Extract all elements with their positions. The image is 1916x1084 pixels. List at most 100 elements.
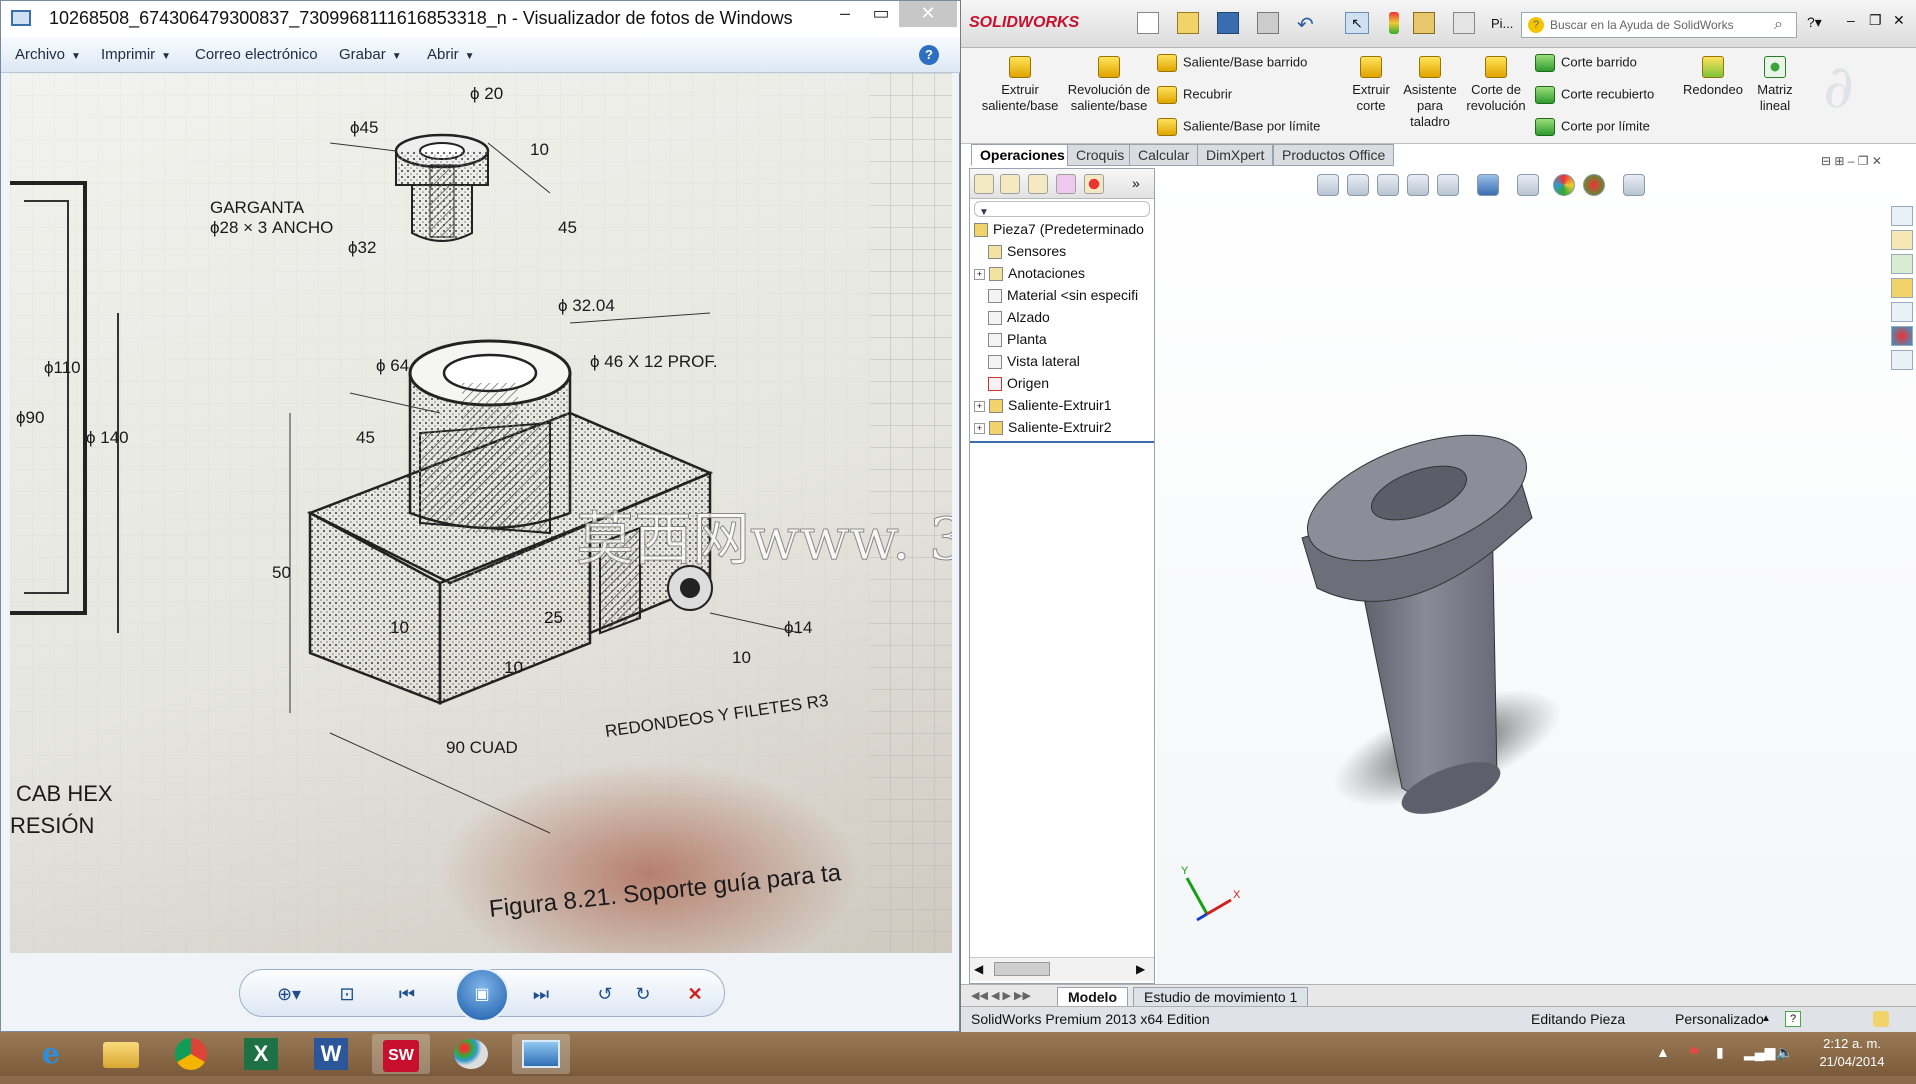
scroll-right-icon[interactable]: ▶ [1136, 962, 1145, 976]
excel-icon[interactable]: X [232, 1034, 290, 1074]
tree-root[interactable]: Pieza7 (Predeterminado [974, 221, 1144, 238]
tab-croquis[interactable]: Croquis [1067, 144, 1134, 166]
tree-item-anotaciones[interactable]: + Anotaciones [974, 265, 1085, 282]
delete-icon[interactable]: ✕ [680, 980, 710, 1008]
paint-icon[interactable] [442, 1034, 500, 1074]
revolve-cut-button[interactable]: Corte de revolución [1463, 56, 1529, 114]
open-icon[interactable] [1177, 12, 1199, 34]
action-center-icon[interactable]: ⚑ [1688, 1044, 1701, 1061]
previous-icon[interactable]: ⏮ [392, 980, 422, 1008]
swept-boss-button[interactable]: Saliente/Base barrido [1157, 54, 1307, 72]
tree-item-origen[interactable]: Origen [988, 375, 1049, 392]
tree-item-sensores[interactable]: Sensores [988, 243, 1066, 260]
new-icon[interactable] [1137, 12, 1159, 34]
view-palette-icon[interactable] [1891, 302, 1913, 322]
restore-button[interactable]: ❐ [1869, 12, 1882, 29]
search-icon[interactable]: ⌕ [1774, 13, 1783, 37]
show-hidden-icons-icon[interactable]: ▲ [1656, 1044, 1670, 1060]
undo-icon[interactable]: ↶ [1297, 12, 1314, 37]
help-icon[interactable]: ? [1785, 1011, 1801, 1027]
hole-wizard-button[interactable]: Asistente para taladro [1399, 56, 1461, 130]
ie-icon[interactable]: e [22, 1034, 80, 1074]
swept-cut-button[interactable]: Corte barrido [1535, 54, 1637, 72]
menu-imprimir[interactable]: Imprimir ▼ [101, 46, 171, 63]
tree-item-extruir1[interactable]: + Saliente-Extruir1 [974, 397, 1112, 414]
clock[interactable]: 2:12 a. m. 21/04/2014 [1802, 1035, 1902, 1071]
maximize-button[interactable]: ▭ [861, 1, 901, 27]
boundary-boss-button[interactable]: Saliente/Base por límite [1157, 118, 1320, 136]
resources-icon[interactable] [1891, 206, 1913, 226]
graphics-area[interactable]: ⊟ ⊞ – ❐ ✕ Y X [1157, 154, 1916, 984]
explorer-icon[interactable] [92, 1034, 150, 1074]
menu-archivo[interactable]: Archivo ▼ [15, 46, 81, 63]
expand-icon[interactable]: + [974, 400, 985, 412]
minimize-button[interactable]: – [825, 1, 865, 27]
loft-button[interactable]: Recubrir [1157, 86, 1232, 104]
solidworks-icon[interactable]: SW [372, 1034, 430, 1074]
lofted-cut-button[interactable]: Corte recubierto [1535, 86, 1654, 104]
help-icon[interactable]: ? [919, 45, 939, 65]
rotate-right-icon[interactable]: ↻ [628, 980, 658, 1008]
display-manager-icon[interactable] [1084, 174, 1104, 194]
revolve-boss-button[interactable]: Revolución de saliente/base [1067, 56, 1151, 114]
custom-properties-icon[interactable] [1891, 350, 1913, 370]
pin-label[interactable]: Pi... [1491, 16, 1513, 31]
chrome-icon[interactable] [162, 1034, 220, 1074]
extrude-boss-button[interactable]: Extruir saliente/base [979, 56, 1061, 114]
network-icon[interactable]: ▂▄▆ [1744, 1044, 1775, 1061]
rebuild-icon[interactable] [1389, 12, 1399, 34]
next-icon[interactable]: ⏭ [526, 980, 556, 1008]
boundary-cut-button[interactable]: Corte por límite [1535, 118, 1650, 136]
home-icon[interactable] [1891, 230, 1913, 250]
tree-item-extruir2[interactable]: + Saliente-Extruir2 [974, 419, 1112, 436]
file-explorer-icon[interactable] [1891, 278, 1913, 298]
expand-icon[interactable]: » [1132, 175, 1140, 191]
fillet-button[interactable]: Redondeo [1681, 56, 1745, 98]
tab-dimxpert[interactable]: DimXpert [1197, 144, 1274, 166]
property-manager-icon[interactable] [1000, 174, 1020, 194]
filter-input[interactable]: ▼ [974, 201, 1150, 218]
tree-item-vista-lateral[interactable]: Vista lateral [988, 353, 1080, 370]
expand-icon[interactable]: + [974, 422, 985, 434]
options-icon[interactable] [1453, 12, 1475, 34]
units-label[interactable]: Personalizado [1675, 1007, 1764, 1031]
expand-icon[interactable]: + [974, 268, 985, 280]
menu-correo[interactable]: Correo electrónico [195, 46, 318, 63]
file-properties-icon[interactable] [1413, 12, 1435, 34]
tab-scroll-icon[interactable]: ◀◀ ◀ ▶ ▶▶ [971, 989, 1031, 1002]
tab-modelo[interactable]: Modelo [1057, 987, 1128, 1007]
help-menu-icon[interactable]: ?▾ [1807, 14, 1822, 31]
tab-calcular[interactable]: Calcular [1129, 144, 1199, 166]
tab-productos-office[interactable]: Productos Office [1273, 144, 1395, 166]
units-dropdown-icon[interactable]: ▲ [1761, 1007, 1771, 1031]
design-library-icon[interactable] [1891, 254, 1913, 274]
volume-icon[interactable]: 🔈 [1776, 1044, 1793, 1061]
feature-tree-icon[interactable] [974, 174, 994, 194]
scroll-left-icon[interactable]: ◀ [974, 962, 983, 976]
photo-viewer-icon[interactable] [512, 1034, 570, 1074]
scroll-thumb[interactable] [994, 962, 1050, 976]
rollback-bar[interactable] [970, 441, 1154, 443]
tree-item-alzado[interactable]: Alzado [988, 309, 1050, 326]
rotate-left-icon[interactable]: ↺ [590, 980, 620, 1008]
appearances-icon[interactable] [1891, 326, 1913, 346]
solidworks-logo[interactable]: SOLIDWORKS [969, 14, 1079, 32]
rebuild-status-icon[interactable] [1873, 1011, 1889, 1027]
select-icon[interactable]: ↖ [1345, 12, 1369, 34]
configuration-manager-icon[interactable] [1028, 174, 1048, 194]
slideshow-icon[interactable]: ▣ [455, 968, 509, 1022]
power-icon[interactable]: ▮ [1716, 1044, 1724, 1061]
horizontal-scrollbar[interactable]: ◀ ▶ [970, 957, 1154, 981]
tree-item-planta[interactable]: Planta [988, 331, 1047, 348]
dimxpert-manager-icon[interactable] [1056, 174, 1076, 194]
close-button[interactable]: ✕ [1893, 12, 1905, 29]
linear-pattern-button[interactable]: Matriz lineal [1747, 56, 1803, 114]
tab-estudio-movimiento[interactable]: Estudio de movimiento 1 [1133, 987, 1309, 1007]
minimize-button[interactable]: – [1847, 12, 1855, 28]
tab-operaciones[interactable]: Operaciones [971, 144, 1074, 166]
menu-grabar[interactable]: Grabar ▼ [339, 46, 402, 63]
word-icon[interactable]: W [302, 1034, 360, 1074]
print-icon[interactable] [1257, 12, 1279, 34]
tree-item-material[interactable]: Material <sin especifi [988, 287, 1138, 304]
viewport-controls[interactable]: ⊟ ⊞ – ❐ ✕ [1821, 154, 1882, 168]
